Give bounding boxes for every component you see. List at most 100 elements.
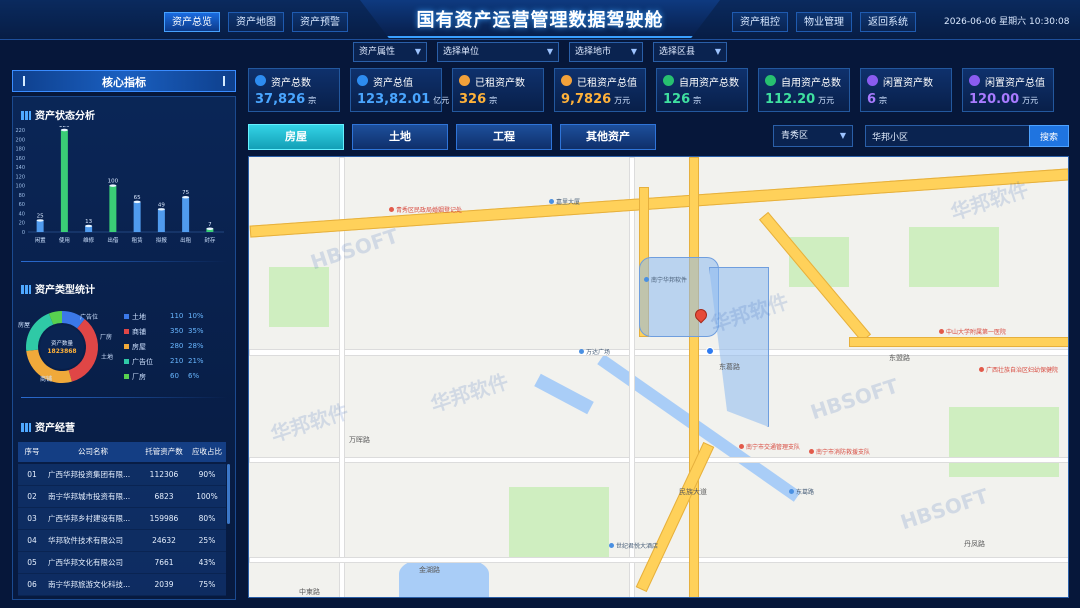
map-poi[interactable]: 世纪君悦大酒店 [609, 541, 658, 550]
map-poi[interactable]: 嘉里大厦 [549, 197, 580, 206]
bar-cap [206, 227, 214, 230]
bar-cap [133, 200, 141, 204]
bar-value-label: 100 [108, 179, 119, 185]
tab-asset-overview[interactable]: 资产总览 [164, 12, 220, 32]
y-tick-label: 40 [19, 211, 25, 217]
bar [133, 201, 141, 232]
map-lake [399, 557, 489, 597]
map-road [629, 157, 635, 597]
map-poi[interactable]: 广西壮族自治区妇幼保健院 [979, 365, 1058, 374]
map-poi[interactable]: 青秀区民政局婚姻登记处 [389, 205, 462, 214]
bar-cap [36, 219, 44, 222]
table-row[interactable]: 06 南宁华邦旅游文化科技... 2039 75% [18, 574, 226, 596]
x-tick-label: 拟报 [156, 236, 168, 244]
search-input[interactable] [865, 125, 1030, 147]
tab-return-system[interactable]: 返回系统 [860, 12, 916, 32]
kpi-card: 自用资产总数 112.20 万元 [758, 68, 850, 112]
map-poi[interactable]: 南宁市消防救援支队 [809, 447, 870, 456]
table-cell: 广西华邦文化有限公司 [48, 558, 123, 567]
kpi-label: 自用资产总数 [679, 78, 739, 89]
bar-value-label: 49 [158, 202, 165, 208]
table-row[interactable]: 04 华邦软件技术有限公司 24632 25% [18, 530, 226, 552]
tab-property-management[interactable]: 物业管理 [796, 12, 852, 32]
tab-asset-map[interactable]: 资产地图 [228, 12, 284, 32]
donut-slice-label: 厂房 [100, 334, 113, 341]
filter-asset-attribute[interactable]: 资产属性 ▼ [353, 42, 427, 62]
y-tick-label: 160 [15, 156, 25, 162]
filter-unit[interactable]: 选择单位 ▼ [437, 42, 559, 62]
map-poi[interactable]: 万达广场 [579, 347, 610, 356]
poi-label: 嘉里大厦 [556, 199, 581, 206]
district-select[interactable]: 青秀区 ▼ [773, 125, 853, 147]
table-cell: 04 [27, 536, 37, 545]
kpi-card: 闲置资产总值 120.00 万元 [962, 68, 1054, 112]
core-indicators-header: 核心指标 [12, 70, 236, 92]
legend-pct: 28% [188, 342, 204, 350]
table-row[interactable]: 03 广西华邦乡村建设有限... 159986 80% [18, 508, 226, 530]
table-cell: 25% [198, 536, 216, 545]
map-poi[interactable]: 东葛路 [789, 487, 814, 496]
house-icon [357, 75, 368, 86]
poi-icon [609, 543, 614, 548]
kpi-card: 闲置资产数 6宗 [860, 68, 952, 112]
map-road-label: 金湖路 [419, 566, 440, 574]
table-row[interactable]: 02 南宁华邦城市投资有限... 6823 100% [18, 486, 226, 508]
bar-value-label: 25 [37, 213, 44, 219]
highlighted-asset-area[interactable] [709, 267, 769, 427]
map-park [509, 487, 609, 557]
map-road-label: 中柬路 [299, 588, 320, 596]
map-park [269, 267, 329, 327]
table-cell: 43% [198, 558, 216, 567]
bar-value-label: 75 [182, 190, 189, 196]
x-tick-label: 闲置 [35, 236, 47, 244]
category-other-button[interactable]: 其他资产 [560, 124, 656, 150]
highlighted-asset-area[interactable] [639, 257, 719, 337]
filter-city[interactable]: 选择地市 ▼ [569, 42, 643, 62]
legend-item: 广告位 210 21% [124, 357, 214, 367]
asset-ops-label: 资产经营 [35, 423, 75, 434]
donut-center-label: 资产数量 [51, 339, 74, 347]
category-house-button[interactable]: 房屋 [248, 124, 344, 150]
tab-asset-warning[interactable]: 资产预警 [292, 12, 348, 32]
table-cell: 80% [198, 514, 216, 523]
kpi-number: 9,7826 [561, 92, 612, 107]
y-tick-label: 120 [15, 174, 25, 180]
category-land-button[interactable]: 土地 [352, 124, 448, 150]
kpi-card: 自用资产总数 126 宗 [656, 68, 748, 112]
chevron-down-icon: ▼ [414, 47, 421, 56]
map-poi[interactable]: 南宁华邦软件 [644, 275, 687, 284]
bar-value-label: 220 [59, 126, 70, 129]
bar-chart-icon [21, 111, 31, 120]
table-scrollbar[interactable] [227, 464, 230, 524]
house-icon [561, 75, 572, 86]
map-highway [689, 157, 699, 597]
poi-label: 广西壮族自治区妇幼保健院 [986, 367, 1059, 374]
page-title: 国有资产运营管理数据驾驶舱 [416, 10, 664, 31]
map-park [909, 227, 999, 287]
filter-label: 选择单位 [443, 47, 480, 57]
kpi-label: 已租资产数 [475, 78, 525, 89]
filter-county[interactable]: 选择区县 ▼ [653, 42, 727, 62]
table-row[interactable]: 01 广西华邦投资集团有限... 112306 90% [18, 464, 226, 486]
search-button[interactable]: 搜索 [1029, 125, 1069, 147]
kpi-number: 123,82.01 [357, 92, 431, 107]
poi-label: 万达广场 [586, 349, 611, 356]
map-poi[interactable]: 南宁市交通管理支队 [739, 442, 800, 451]
poi-label: 中山大学附属第一医院 [946, 329, 1007, 336]
map-road [249, 457, 1068, 463]
category-project-button[interactable]: 工程 [456, 124, 552, 150]
filter-label: 选择区县 [659, 47, 696, 57]
y-tick-label: 20 [19, 221, 25, 227]
legend-value: 110 [170, 312, 184, 320]
asset-map[interactable]: 东葛路 万晖路 民族大道 金湖路 丹凤路 中柬路 东盟路 青秀区民政局婚姻登记处 南宁华邦软件嘉… [248, 156, 1069, 598]
legend-name: 房屋 [132, 343, 146, 351]
legend-swatch [124, 359, 129, 364]
tab-asset-rental[interactable]: 资产租控 [732, 12, 788, 32]
divider [21, 397, 227, 398]
map-poi[interactable]: 中山大学附属第一医院 [939, 327, 1006, 336]
bar [157, 209, 165, 232]
table-row[interactable]: 05 广西华邦文化有限公司 7661 43% [18, 552, 226, 574]
x-tick-label: 出借 [107, 236, 119, 244]
y-tick-label: 140 [15, 165, 25, 171]
house-icon [969, 75, 980, 86]
